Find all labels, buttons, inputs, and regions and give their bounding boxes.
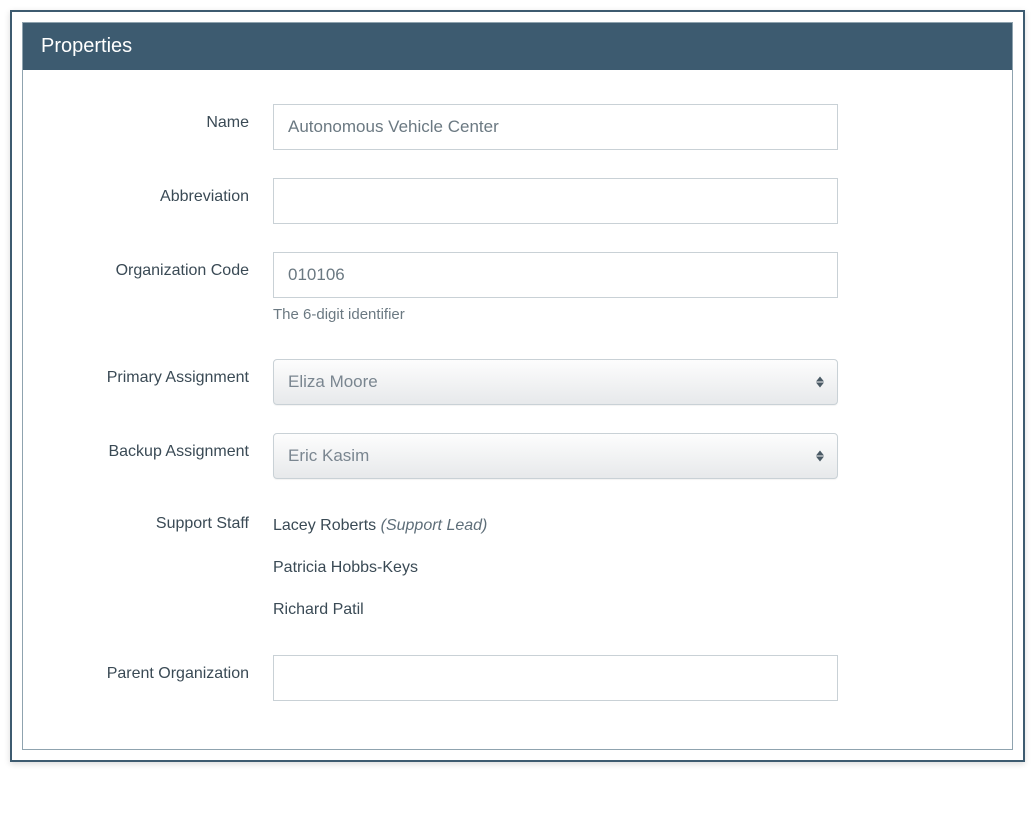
name-input[interactable] xyxy=(273,104,838,150)
abbreviation-input[interactable] xyxy=(273,178,838,224)
staff-role: (Support Lead) xyxy=(381,517,488,534)
label-name: Name xyxy=(53,104,273,132)
row-support: Support Staff Lacey Roberts (Support Lea… xyxy=(53,515,952,619)
orgcode-help: The 6-digit identifier xyxy=(273,306,838,323)
list-item: Lacey Roberts (Support Lead) xyxy=(273,517,838,535)
primary-select-value: Eliza Moore xyxy=(288,372,378,392)
row-orgcode: Organization Code The 6-digit identifier xyxy=(53,252,952,323)
staff-name: Richard Patil xyxy=(273,601,364,618)
label-parent: Parent Organization xyxy=(53,655,273,683)
label-support: Support Staff xyxy=(53,515,273,533)
outer-frame: Properties Name Abbreviation Organizatio… xyxy=(10,10,1025,762)
row-primary: Primary Assignment Eliza Moore xyxy=(53,359,952,405)
label-orgcode: Organization Code xyxy=(53,252,273,280)
orgcode-input[interactable] xyxy=(273,252,838,298)
backup-select[interactable]: Eric Kasim xyxy=(273,433,838,479)
panel-body: Name Abbreviation Organization Code The … xyxy=(23,70,1012,749)
row-parent: Parent Organization xyxy=(53,655,952,701)
backup-select-value: Eric Kasim xyxy=(288,446,369,466)
primary-select[interactable]: Eliza Moore xyxy=(273,359,838,405)
label-primary: Primary Assignment xyxy=(53,359,273,387)
list-item: Patricia Hobbs-Keys xyxy=(273,559,838,577)
row-abbreviation: Abbreviation xyxy=(53,178,952,224)
primary-select-wrap: Eliza Moore xyxy=(273,359,838,405)
backup-select-wrap: Eric Kasim xyxy=(273,433,838,479)
support-staff-list: Lacey Roberts (Support Lead) Patricia Ho… xyxy=(273,515,838,619)
properties-panel: Properties Name Abbreviation Organizatio… xyxy=(22,22,1013,750)
list-item: Richard Patil xyxy=(273,601,838,619)
staff-name: Patricia Hobbs-Keys xyxy=(273,559,418,576)
label-abbreviation: Abbreviation xyxy=(53,178,273,206)
row-name: Name xyxy=(53,104,952,150)
panel-title: Properties xyxy=(23,23,1012,70)
staff-name: Lacey Roberts xyxy=(273,517,376,534)
parent-input[interactable] xyxy=(273,655,838,701)
label-backup: Backup Assignment xyxy=(53,433,273,461)
row-backup: Backup Assignment Eric Kasim xyxy=(53,433,952,479)
